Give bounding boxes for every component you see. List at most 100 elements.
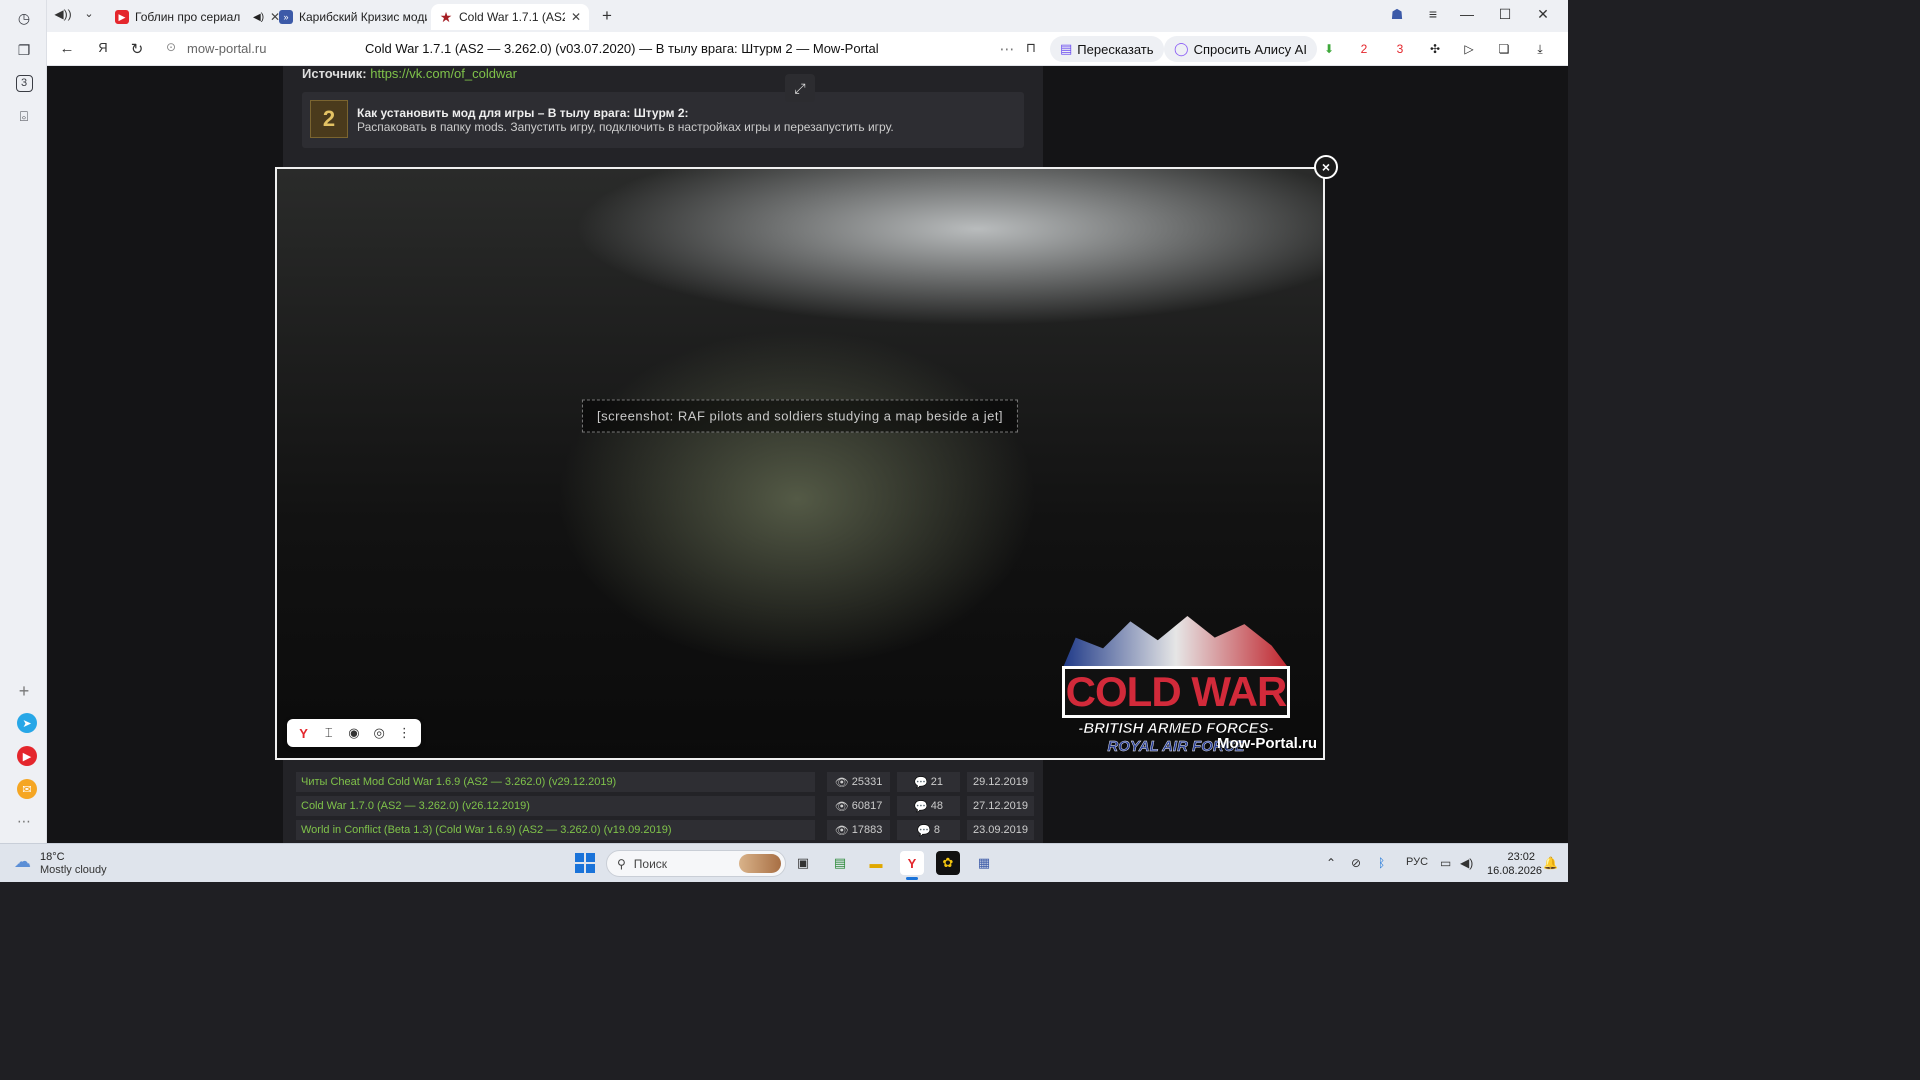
profile-icon[interactable]: ☗ bbox=[1387, 6, 1407, 23]
extension-badge-2[interactable]: 3 bbox=[1391, 41, 1409, 57]
history-icon[interactable]: ◷ bbox=[11, 5, 37, 31]
weather-temp[interactable]: 18°C bbox=[40, 851, 65, 863]
more-panels-icon[interactable]: ⋯ bbox=[11, 808, 37, 834]
comments-value: 21 bbox=[930, 776, 943, 788]
mod-link[interactable]: Cold War 1.7.0 (AS2 — 3.262.0) (v26.12.2… bbox=[296, 796, 815, 816]
tab-caribbean[interactable]: » Карибский Кризис модиф ✕ bbox=[271, 4, 451, 30]
camera-icon[interactable]: ◎ bbox=[369, 725, 389, 741]
menu-icon[interactable]: ≡ bbox=[1423, 6, 1443, 22]
text-select-icon[interactable]: ⌶ bbox=[319, 725, 339, 741]
maximize-icon[interactable]: ☐ bbox=[1495, 6, 1515, 23]
game-app-icon[interactable]: ▦ bbox=[972, 851, 996, 875]
youtube-icon[interactable]: ▶ bbox=[17, 746, 37, 766]
weather-desc[interactable]: Mostly cloudy bbox=[40, 864, 107, 876]
cloud-icon[interactable]: ☁ bbox=[14, 852, 36, 872]
eye-icon[interactable]: ◉ bbox=[344, 725, 364, 741]
views-value: 60817 bbox=[851, 800, 883, 812]
badge-count: 2 bbox=[1360, 42, 1368, 56]
new-tab-button[interactable]: + bbox=[597, 6, 617, 26]
folder-icon[interactable]: ▬ bbox=[864, 851, 888, 875]
chart-app-icon[interactable]: ▤ bbox=[828, 851, 852, 875]
add-panel-icon[interactable]: + bbox=[11, 678, 37, 704]
install-instructions: 2 Как установить мод для игры – В тылу в… bbox=[302, 92, 1024, 148]
tab-title: Cold War 1.7.1 (AS2 — 3 bbox=[459, 10, 565, 24]
comments-value: 48 bbox=[930, 800, 943, 812]
views-count: 👁 17883 bbox=[827, 820, 890, 840]
tab-cold-war[interactable]: ★ Cold War 1.7.1 (AS2 — 3 ✕ bbox=[431, 4, 589, 30]
downloads-icon[interactable]: ⤓ bbox=[1531, 41, 1549, 57]
source-line: Источник: https://vk.com/of_coldwar bbox=[302, 66, 517, 81]
table-row: Cold War 1.7.0 (AS2 — 3.262.0) (v26.12.2… bbox=[296, 796, 1034, 816]
audio-icon[interactable]: ◀) bbox=[253, 12, 264, 23]
image-toolbar: Y ⌶ ◉ ◎ ⋮ bbox=[287, 719, 421, 747]
logo-title: COLD WAR bbox=[1062, 666, 1290, 718]
network-icon[interactable]: ⊘ bbox=[1351, 856, 1361, 870]
views-value: 25331 bbox=[851, 776, 883, 788]
lightbox-image[interactable]: [screenshot: RAF pilots and soldiers stu… bbox=[275, 167, 1325, 760]
tab-title: Гоблин про сериал bbox=[135, 10, 241, 24]
tab-audio-control-icon[interactable]: ◀)) bbox=[53, 7, 73, 21]
back-icon[interactable]: ← bbox=[57, 40, 77, 57]
close-window-icon[interactable]: ✕ bbox=[1533, 6, 1553, 23]
ask-alice-button[interactable]: ◯ Спросить Алису AI bbox=[1164, 36, 1317, 62]
close-lightbox-button[interactable]: × bbox=[1314, 155, 1338, 179]
install-text: Распаковать в папку mods. Запустить игру… bbox=[357, 120, 894, 134]
soldier-silhouettes bbox=[1062, 616, 1290, 670]
page-more-icon[interactable]: ⋯ bbox=[997, 40, 1017, 58]
download-extension-icon[interactable]: ⬇ bbox=[1320, 41, 1338, 57]
source-link[interactable]: https://vk.com/of_coldwar bbox=[370, 66, 517, 81]
table-row: Читы Cheat Mod Cold War 1.6.9 (AS2 — 3.2… bbox=[296, 772, 1034, 792]
search-icon: ⚲ bbox=[617, 856, 626, 871]
start-button[interactable] bbox=[575, 853, 595, 873]
install-title: Как установить мод для игры – В тылу вра… bbox=[357, 106, 689, 120]
mod-link[interactable]: Читы Cheat Mod Cold War 1.6.9 (AS2 — 3.2… bbox=[296, 772, 815, 792]
language-indicator[interactable]: РУС bbox=[1406, 856, 1428, 868]
views-value: 17883 bbox=[851, 824, 883, 836]
bookmark-icon[interactable]: ⊓ bbox=[1021, 40, 1041, 56]
notifications-icon[interactable]: 🔔 bbox=[1543, 856, 1558, 870]
volume-icon[interactable]: ◀) bbox=[1460, 856, 1473, 870]
screenshot-icon[interactable]: ⌻ bbox=[11, 103, 37, 129]
clock-time: 23:02 bbox=[1507, 851, 1535, 863]
bluetooth-icon[interactable]: ᛒ bbox=[1378, 856, 1385, 870]
page-viewport: Источник: https://vk.com/of_coldwar 2 Ка… bbox=[47, 66, 1568, 843]
taskbar-search[interactable]: ⚲ Поиск bbox=[606, 850, 786, 877]
tab-count-button[interactable]: 3 bbox=[11, 70, 37, 96]
extensions-icon[interactable]: ✣ bbox=[1426, 41, 1444, 57]
fullscreen-expand-icon[interactable]: ⤢ bbox=[785, 74, 815, 102]
youtube-icon: ▶ bbox=[115, 10, 129, 24]
yandex-search-icon[interactable]: Y bbox=[294, 726, 314, 741]
collections-icon[interactable]: ❐ bbox=[11, 37, 37, 63]
alice-icon: ◯ bbox=[1174, 41, 1189, 56]
source-label: Источник: bbox=[302, 66, 367, 81]
badge-count: 3 bbox=[1396, 42, 1404, 56]
address-page-title[interactable]: Cold War 1.7.1 (AS2 — 3.262.0) (v03.07.2… bbox=[365, 41, 879, 56]
comments-value: 8 bbox=[933, 824, 940, 836]
yandex-browser-icon[interactable]: Y bbox=[900, 851, 924, 880]
yandex-icon[interactable]: Я bbox=[93, 40, 113, 55]
tab-goblin[interactable]: ▶ Гоблин про сериал ◀) ✕ bbox=[107, 4, 288, 30]
address-domain[interactable]: mow-portal.ru bbox=[187, 41, 266, 56]
media-icon[interactable]: ▷ bbox=[1460, 41, 1478, 57]
display-icon[interactable]: ▭ bbox=[1440, 856, 1451, 870]
telegram-icon[interactable]: ➤ bbox=[17, 713, 37, 733]
cold-war-logo: COLD WAR -BRITISH ARMED FORCES- ROYAL AI… bbox=[1058, 616, 1294, 755]
mail-icon[interactable]: ✉ bbox=[17, 779, 37, 799]
date: 23.09.2019 bbox=[967, 820, 1034, 840]
retell-button[interactable]: ▤ Пересказать bbox=[1050, 36, 1164, 62]
site-info-icon[interactable]: ⊙ bbox=[161, 40, 181, 54]
extension-badge-1[interactable]: 2 bbox=[1355, 41, 1373, 57]
task-view-icon[interactable]: ▣ bbox=[791, 851, 815, 875]
close-tab-icon[interactable]: ✕ bbox=[571, 10, 581, 24]
tray-expand-icon[interactable]: ⌃ bbox=[1326, 856, 1336, 870]
mod-link[interactable]: World in Conflict (Beta 1.3) (Cold War 1… bbox=[296, 820, 815, 840]
clock[interactable]: 23:02 16.08.2026 bbox=[1487, 850, 1542, 878]
app-icon[interactable]: ✿ bbox=[936, 851, 960, 875]
tab-list-chevron-icon[interactable]: ⌄ bbox=[79, 7, 99, 20]
minimize-icon[interactable]: — bbox=[1457, 6, 1477, 22]
collections-toolbar-icon[interactable]: ❏ bbox=[1495, 41, 1513, 57]
game-icon: » bbox=[279, 10, 293, 24]
reload-icon[interactable]: ↻ bbox=[127, 40, 147, 58]
more-icon[interactable]: ⋮ bbox=[394, 725, 414, 741]
taskbar: ☁ 18°C Mostly cloudy ⚲ Поиск ▣ ▤ ▬ Y ✿ ▦… bbox=[0, 843, 1568, 882]
